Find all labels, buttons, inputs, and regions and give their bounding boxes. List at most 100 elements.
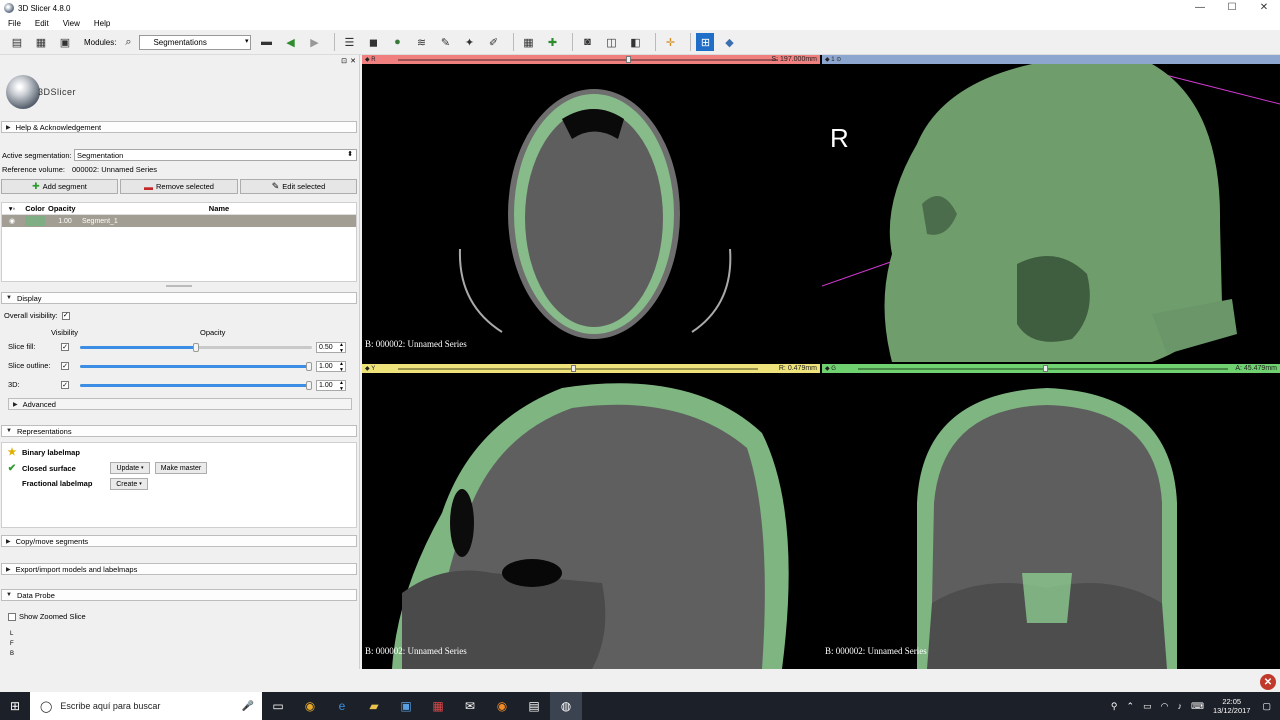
people-icon[interactable]: ⚲ bbox=[1111, 701, 1118, 712]
spin-arrows-icon[interactable]: ▲ ▼ bbox=[339, 342, 344, 354]
overall-visibility-checkbox[interactable]: ✓ bbox=[61, 311, 70, 320]
gift-icon[interactable]: ▦ bbox=[422, 692, 454, 720]
chevron-up-icon[interactable]: ⌃ bbox=[1127, 701, 1135, 712]
slice-offset-slider[interactable] bbox=[1043, 365, 1048, 372]
segment-color-swatch[interactable] bbox=[25, 216, 45, 226]
slider-handle[interactable] bbox=[306, 381, 312, 390]
store-icon[interactable]: ▣ bbox=[390, 692, 422, 720]
load-data-icon[interactable]: ▤ bbox=[8, 33, 26, 51]
panel-float-icon[interactable]: ⊡ bbox=[341, 57, 347, 65]
slicer-taskbar-icon[interactable]: ◍ bbox=[550, 692, 582, 720]
pin-icon[interactable]: ◆ R bbox=[365, 56, 376, 63]
slice-fill-spinbox[interactable]: 0.50 ▲ ▼ bbox=[316, 342, 346, 354]
module-search-icon[interactable]: ⌕ bbox=[119, 33, 137, 51]
segment-name[interactable]: Segment_1 bbox=[82, 218, 356, 225]
minimize-button[interactable]: — bbox=[1184, 0, 1216, 16]
green-slice-view[interactable]: ◆ G A: 45.479mm B: 000002: Unnamed Serie… bbox=[822, 364, 1280, 669]
forward-icon[interactable]: ▶ bbox=[305, 33, 323, 51]
slice-outline-spinbox[interactable]: 1.00 ▲ ▼ bbox=[316, 361, 346, 373]
markups-module-icon[interactable]: ✎ bbox=[436, 33, 454, 51]
3d-view[interactable]: ◆ 1 ⊙ R bbox=[822, 55, 1280, 362]
slice-fill-checkbox[interactable]: ✓ bbox=[61, 343, 69, 351]
pin-icon[interactable]: ◆ Y bbox=[365, 365, 375, 372]
data-probe-section-header[interactable]: ▼ Data Probe bbox=[1, 589, 357, 601]
spin-arrows-icon[interactable]: ▲ ▼ bbox=[339, 380, 344, 392]
make-master-button[interactable]: Make master bbox=[155, 462, 207, 474]
back-icon[interactable]: ◀ bbox=[281, 33, 299, 51]
segment-opacity[interactable]: 1.00 bbox=[48, 218, 82, 225]
pin-icon[interactable]: ◆ 1 ⊙ bbox=[825, 56, 841, 63]
3d-opacity-spinbox[interactable]: 1.00 ▲ ▼ bbox=[316, 380, 346, 392]
maximize-button[interactable]: ☐ bbox=[1216, 0, 1248, 16]
save-icon[interactable]: ▣ bbox=[56, 33, 74, 51]
chrome-icon[interactable]: ◉ bbox=[294, 692, 326, 720]
transforms-module-icon[interactable]: ≋ bbox=[412, 33, 430, 51]
menu-view[interactable]: View bbox=[63, 19, 80, 28]
pin-icon[interactable]: ◆ G bbox=[825, 365, 836, 372]
volume-icon[interactable]: ♪ bbox=[1177, 701, 1182, 711]
extension-manager-icon[interactable]: ⊞ bbox=[696, 33, 715, 51]
3d-checkbox[interactable]: ✓ bbox=[61, 381, 69, 389]
keyboard-icon[interactable]: ⌨ bbox=[1191, 701, 1204, 712]
segment-editor-icon[interactable]: ✐ bbox=[484, 33, 502, 51]
update-button[interactable]: Update ▾ bbox=[110, 462, 150, 474]
slice-offset-track[interactable] bbox=[398, 58, 778, 61]
slice-offset-slider[interactable] bbox=[626, 56, 631, 63]
panel-close-icon[interactable]: ✕ bbox=[350, 57, 356, 65]
mouse-mode-icon[interactable]: ✛ bbox=[661, 33, 679, 51]
taskbar-search-box[interactable]: ◯ Escribe aquí para buscar 🎤 bbox=[30, 692, 262, 720]
eye-icon[interactable]: ◉ bbox=[2, 217, 22, 225]
yellow-slice-view[interactable]: ◆ Y R: 0.479mm B: 000002: Unnamed Series bbox=[362, 364, 820, 669]
editor-module-icon[interactable]: ✦ bbox=[460, 33, 478, 51]
microphone-icon[interactable]: 🎤 bbox=[242, 701, 254, 712]
copy-move-section-header[interactable]: ▶ Copy/move segments bbox=[1, 535, 357, 547]
slice-fill-slider[interactable] bbox=[80, 343, 312, 352]
slice-offset-track[interactable] bbox=[398, 367, 758, 370]
help-section-header[interactable]: ▶ Help & Acknowledgement bbox=[1, 121, 357, 133]
task-view-icon[interactable]: ▭ bbox=[262, 692, 294, 720]
active-segmentation-select[interactable]: Segmentation ⬍ bbox=[74, 149, 357, 161]
remove-selected-button[interactable]: ▬ Remove selected bbox=[120, 179, 238, 194]
create-button[interactable]: Create ▾ bbox=[110, 478, 148, 490]
app-window-icon[interactable]: ▤ bbox=[518, 692, 550, 720]
close-badge-icon[interactable]: ✕ bbox=[1260, 674, 1276, 690]
dicom-icon[interactable]: ▦ bbox=[32, 33, 50, 51]
models-module-icon[interactable]: ● bbox=[388, 33, 406, 51]
add-segment-button[interactable]: ✚ Add segment bbox=[1, 179, 118, 194]
slider-handle[interactable] bbox=[306, 362, 312, 371]
spin-arrows-icon[interactable]: ▲ ▼ bbox=[339, 361, 344, 373]
menu-edit[interactable]: Edit bbox=[35, 19, 49, 28]
module-selector[interactable]: Segmentations ▾ bbox=[139, 34, 252, 50]
red-slice-view[interactable]: ◆ R S: 197.000mm B: 000002: Unnamed Seri… bbox=[362, 55, 820, 362]
volumes-module-icon[interactable]: ◼ bbox=[364, 33, 382, 51]
crosshair-pin-icon[interactable]: ✚ bbox=[543, 33, 561, 51]
representations-section-header[interactable]: ▼ Representations bbox=[1, 425, 357, 437]
blender-icon[interactable]: ◉ bbox=[486, 692, 518, 720]
mail-icon[interactable]: ✉ bbox=[454, 692, 486, 720]
capture-icon[interactable]: ◧ bbox=[626, 33, 644, 51]
3d-opacity-slider[interactable] bbox=[80, 381, 312, 390]
menu-help[interactable]: Help bbox=[94, 19, 110, 28]
export-import-section-header[interactable]: ▶ Export/import models and labelmaps bbox=[1, 563, 357, 575]
network-icon[interactable]: ◠ bbox=[1161, 701, 1169, 712]
file-explorer-icon[interactable]: ▰ bbox=[358, 692, 390, 720]
splitter-handle[interactable] bbox=[166, 285, 192, 287]
scene-view-icon[interactable]: ◫ bbox=[602, 33, 620, 51]
table-row[interactable]: ◉ 1.00 Segment_1 bbox=[2, 215, 356, 227]
edge-icon[interactable]: e bbox=[326, 692, 358, 720]
data-module-icon[interactable]: ☰ bbox=[340, 33, 358, 51]
slider-handle[interactable] bbox=[193, 343, 199, 352]
slice-outline-checkbox[interactable]: ✓ bbox=[61, 362, 69, 370]
menu-file[interactable]: File bbox=[8, 19, 21, 28]
visibility-header-icon[interactable]: ▾◦ bbox=[2, 204, 22, 213]
close-button[interactable]: ✕ bbox=[1248, 0, 1280, 16]
windows-start-icon[interactable]: ⊞ bbox=[0, 692, 30, 720]
notifications-icon[interactable]: ▢ bbox=[1262, 701, 1271, 712]
screenshot-icon[interactable]: ◙ bbox=[578, 33, 596, 51]
edit-selected-button[interactable]: ✎ Edit selected bbox=[240, 179, 357, 194]
module-history-icon[interactable]: ▬ bbox=[257, 33, 275, 51]
display-section-header[interactable]: ▼ Display bbox=[1, 292, 357, 304]
layout-icon[interactable]: ▦ bbox=[519, 33, 537, 51]
advanced-section-header[interactable]: ▶ Advanced bbox=[8, 398, 352, 410]
taskbar-clock[interactable]: 22:05 13/12/2017 bbox=[1213, 697, 1251, 715]
